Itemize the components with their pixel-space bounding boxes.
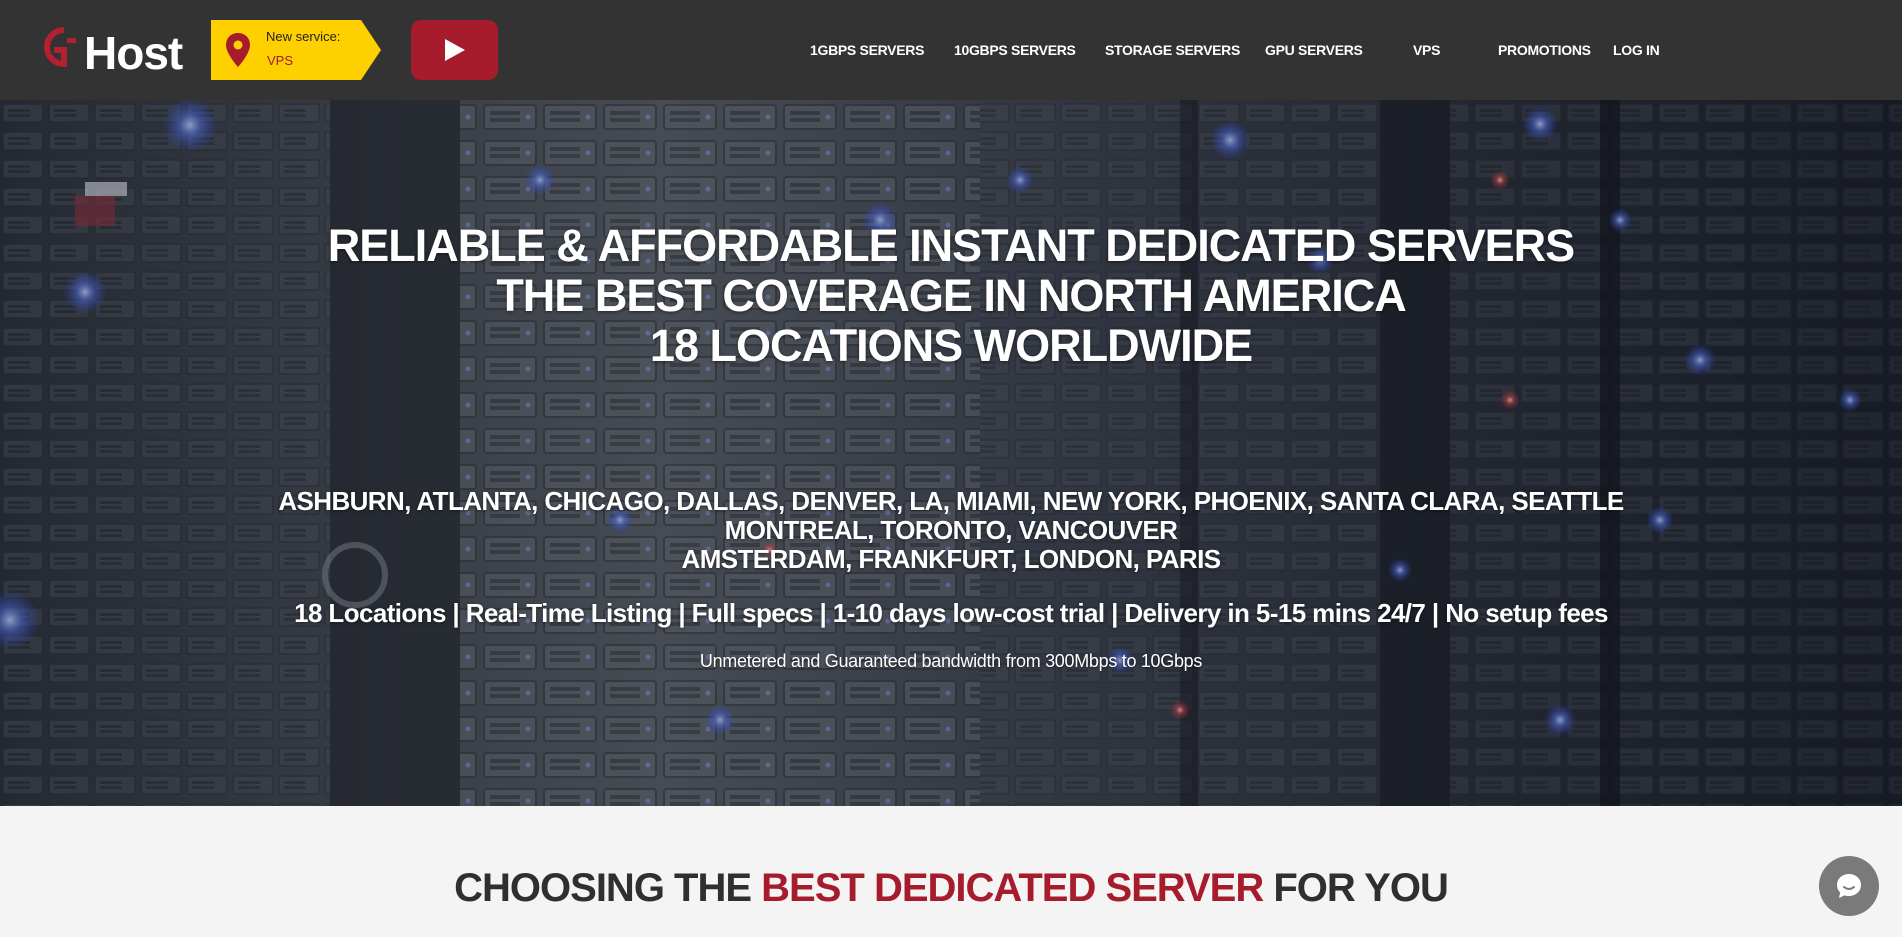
hero-bandwidth: Unmetered and Guaranteed bandwidth from … bbox=[699, 651, 1203, 671]
section-heading-suffix: FOR YOU bbox=[1263, 866, 1449, 910]
nav-item-storage-servers[interactable]: STORAGE SERVERS bbox=[1105, 42, 1240, 58]
nav-item-10gbps-servers[interactable]: 10GBPS SERVERS bbox=[954, 42, 1076, 58]
chat-button[interactable] bbox=[1819, 856, 1879, 916]
main-nav: 1GBPS SERVERS 10GBPS SERVERS STORAGE SER… bbox=[0, 0, 1902, 100]
hero-section: RELIABLE & AFFORDABLE INSTANT DEDICATED … bbox=[0, 100, 1902, 806]
nav-item-1gbps-servers[interactable]: 1GBPS SERVERS bbox=[810, 42, 924, 58]
nav-item-log-in[interactable]: LOG IN bbox=[1613, 42, 1660, 58]
nav-item-gpu-servers[interactable]: GPU SERVERS bbox=[1265, 42, 1363, 58]
nav-item-vps[interactable]: VPS bbox=[1413, 42, 1440, 58]
hero-cities-line-2: MONTREAL, TORONTO, VANCOUVER bbox=[724, 515, 1178, 545]
hero-features: 18 Locations | Real-Time Listing | Full … bbox=[294, 598, 1608, 628]
hero-content: RELIABLE & AFFORDABLE INSTANT DEDICATED … bbox=[0, 100, 1902, 806]
hero-title-line-1: RELIABLE & AFFORDABLE INSTANT DEDICATED … bbox=[327, 220, 1575, 271]
hero-cities-line-1: ASHBURN, ATLANTA, CHICAGO, DALLAS, DENVE… bbox=[278, 486, 1624, 516]
nav-item-promotions[interactable]: PROMOTIONS bbox=[1498, 42, 1591, 58]
hero-cities-line-3: AMSTERDAM, FRANKFURT, LONDON, PARIS bbox=[681, 544, 1222, 574]
site-header: Host New service: VPS 1GBPS SERVERS 10GB… bbox=[0, 0, 1902, 100]
section-heading-prefix: CHOOSING THE bbox=[454, 866, 762, 910]
hero-title-line-2: THE BEST COVERAGE IN NORTH AMERICA bbox=[496, 270, 1406, 321]
section-heading: CHOOSING THE BEST DEDICATED SERVER FOR Y… bbox=[0, 866, 1902, 911]
section-heading-accent: BEST DEDICATED SERVER bbox=[761, 866, 1264, 910]
hero-title-line-3: 18 LOCATIONS WORLDWIDE bbox=[649, 320, 1253, 371]
chat-bubble-icon bbox=[1837, 874, 1861, 898]
